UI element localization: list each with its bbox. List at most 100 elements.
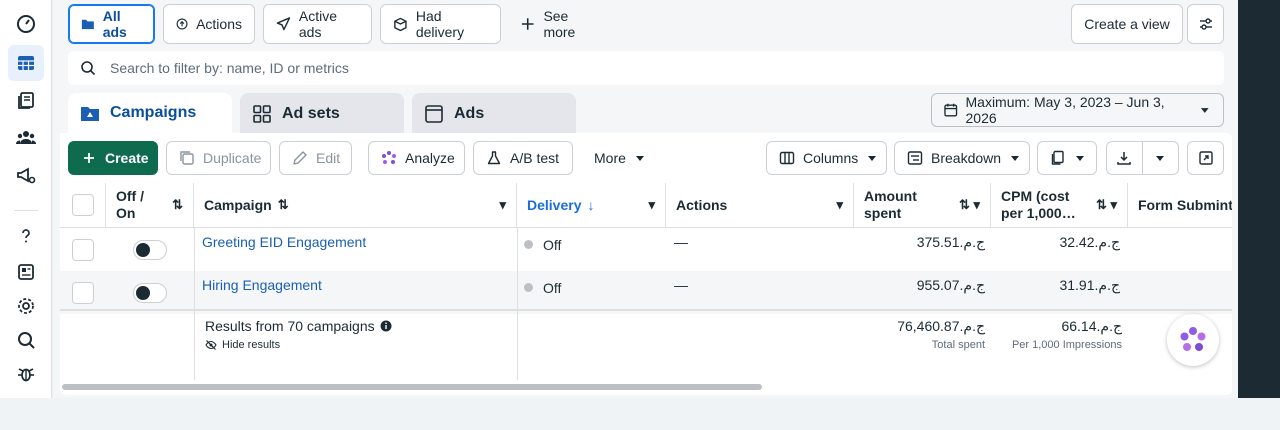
delivery-status: Off: [543, 237, 562, 253]
columns-button[interactable]: Columns: [766, 141, 887, 175]
newspaper-icon: [18, 264, 34, 280]
sidebar-item-settings[interactable]: [8, 288, 44, 324]
caret-down-icon: [868, 156, 877, 161]
campaign-toggle[interactable]: [133, 282, 167, 303]
header-select-all: [60, 183, 106, 228]
see-more-filters[interactable]: See more: [508, 4, 614, 44]
tab-ads-label: Ads: [454, 105, 485, 122]
campaign-name-link[interactable]: Greeting EID Engagement: [202, 234, 366, 250]
ab-test-button[interactable]: A/B test: [473, 141, 573, 175]
amount-spent-cell: ج.م.955.07: [854, 271, 985, 314]
row-checkbox[interactable]: [72, 238, 94, 261]
grid-icon: [253, 105, 271, 123]
flask-icon: [487, 151, 501, 165]
hide-results-button[interactable]: Hide results: [205, 339, 392, 351]
edit-button[interactable]: Edit: [279, 141, 352, 175]
campaign-toggle[interactable]: [133, 239, 167, 260]
folder-icon: [81, 19, 94, 30]
cpm-total: ج.م.66.14 Per 1,000 Impressions: [991, 318, 1122, 351]
export-button[interactable]: [1107, 142, 1143, 174]
tab-ad-sets[interactable]: Ad sets: [240, 93, 404, 135]
filter-active-ads-label: Active ads: [298, 8, 338, 40]
sort-icon: ⇅ ▾: [958, 197, 980, 212]
summary-divider: [60, 309, 1232, 311]
header-cpm-label: CPM (cost per 1,000…: [1001, 188, 1076, 221]
cpm-value: ج.م.32.42: [1059, 234, 1120, 250]
header-form-submit[interactable]: Form Submint: [1128, 183, 1232, 228]
view-settings-button[interactable]: [1187, 4, 1224, 44]
sidebar-item-debug[interactable]: [8, 356, 44, 392]
search-icon: [18, 332, 35, 349]
amount-spent-total-value: ج.م.76,460.87: [897, 318, 985, 334]
column-divider: [194, 228, 195, 380]
tab-campaigns[interactable]: Campaigns: [68, 93, 232, 133]
header-delivery[interactable]: Delivery ↓ ▾: [517, 183, 666, 228]
megaphone-gear-icon: [17, 167, 36, 184]
info-icon[interactable]: [380, 320, 392, 332]
cpm-cell: ج.م.31.91: [991, 271, 1120, 314]
header-amount-spent[interactable]: Amount spent ⇅ ▾: [854, 183, 991, 228]
calendar-icon: [944, 103, 958, 117]
sidebar-item-search[interactable]: [8, 322, 44, 358]
header-amount-spent-label: Amount spent: [864, 188, 917, 221]
pencil-icon: [293, 151, 307, 165]
header-off-on[interactable]: Off / On ⇅: [106, 183, 194, 228]
column-divider: [517, 228, 518, 380]
create-button[interactable]: Create: [68, 141, 158, 175]
more-button[interactable]: More: [582, 141, 658, 175]
columns-icon: [779, 151, 795, 165]
caret-down-icon: [1076, 156, 1084, 161]
reports-dropdown-button[interactable]: [1037, 141, 1097, 175]
create-label: Create: [105, 150, 149, 166]
results-count: Results from 70 campaigns: [205, 318, 375, 334]
create-view-button[interactable]: Create a view: [1071, 4, 1183, 44]
filter-all-ads-label: All ads: [102, 8, 127, 40]
sort-icon: ⇅: [172, 197, 183, 212]
sidebar-item-help[interactable]: [8, 218, 44, 254]
ab-test-label: A/B test: [510, 150, 560, 166]
bug-icon: [18, 368, 34, 382]
breakdown-label: Breakdown: [931, 150, 1002, 166]
sidebar-item-overview[interactable]: [8, 6, 44, 42]
left-sidebar: [0, 0, 52, 398]
row-checkbox-cell: [72, 228, 94, 271]
plus-icon: [84, 153, 94, 163]
header-campaign[interactable]: Campaign ⇅ ▾: [194, 183, 517, 228]
sidebar-item-audiences[interactable]: [8, 120, 44, 156]
filter-had-delivery[interactable]: Had delivery: [380, 4, 501, 44]
campaign-name-link[interactable]: Hiring Engagement: [202, 277, 322, 293]
delivery-status: Off: [543, 280, 562, 296]
horizontal-scrollbar[interactable]: [62, 384, 762, 390]
select-all-checkbox[interactable]: [71, 194, 94, 216]
expand-view-button[interactable]: [1187, 141, 1224, 175]
send-icon: [276, 17, 291, 31]
search-input[interactable]: [110, 60, 1212, 76]
status-dot: [524, 283, 533, 292]
chevron-down-icon: ▾: [648, 197, 655, 212]
export-dropdown-button[interactable]: [1143, 142, 1179, 174]
amount-spent-total-sub: Total spent: [931, 339, 985, 351]
breakdown-button[interactable]: Breakdown: [894, 141, 1030, 175]
filter-all-ads[interactable]: All ads: [68, 4, 155, 44]
cpm-value: ج.م.31.91: [1059, 277, 1120, 293]
filter-active-ads[interactable]: Active ads: [263, 4, 372, 44]
filter-actions[interactable]: Actions: [163, 4, 255, 44]
tab-ads[interactable]: Ads: [412, 93, 576, 135]
sidebar-item-campaign-settings[interactable]: [8, 157, 44, 193]
caret-down-icon: [1201, 108, 1210, 113]
copy-icon: [180, 151, 194, 165]
chevron-down-icon: ▾: [499, 197, 506, 212]
sidebar-item-ads-manager[interactable]: [8, 45, 44, 81]
analyze-button[interactable]: Analyze: [368, 141, 465, 175]
date-range-picker[interactable]: Maximum: May 3, 2023 – Jun 3, 2026: [931, 93, 1224, 127]
sidebar-item-reports[interactable]: [8, 254, 44, 290]
header-cpm[interactable]: CPM (cost per 1,000… ⇅ ▾: [991, 183, 1128, 228]
sidebar-item-pages[interactable]: [8, 83, 44, 119]
search-bar: [68, 51, 1224, 85]
duplicate-button[interactable]: Duplicate: [166, 141, 271, 175]
expand-icon: [1198, 151, 1213, 165]
ai-assistant-button[interactable]: [1167, 314, 1219, 366]
header-actions[interactable]: Actions ▾: [666, 183, 854, 228]
row-checkbox[interactable]: [72, 281, 94, 304]
actions-value: —: [674, 277, 688, 293]
